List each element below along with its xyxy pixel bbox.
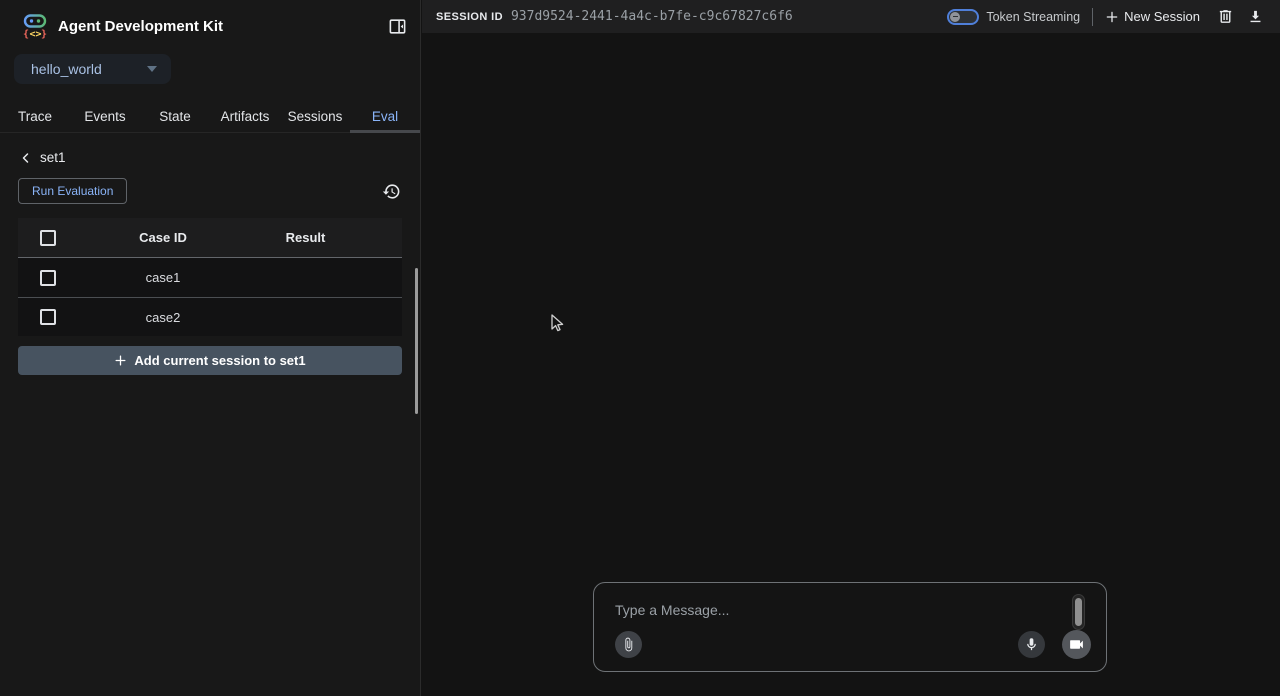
token-streaming-label: Token Streaming bbox=[986, 10, 1080, 24]
row-checkbox[interactable] bbox=[40, 309, 56, 325]
select-all-checkbox[interactable] bbox=[40, 230, 56, 246]
add-current-session-button[interactable]: Add current session to set1 bbox=[18, 346, 402, 375]
session-toolbar: SESSION ID 937d9524-2441-4a4c-b7fe-c9c67… bbox=[422, 0, 1280, 33]
column-header-result: Result bbox=[248, 230, 363, 245]
eval-set-name: set1 bbox=[40, 150, 66, 165]
eval-cases-table: Case ID Result case1 case2 bbox=[18, 218, 402, 336]
app-title: Agent Development Kit bbox=[58, 18, 223, 35]
sidebar: { <> } Agent Development Kit hello_world… bbox=[0, 0, 421, 696]
tab-artifacts[interactable]: Artifacts bbox=[210, 100, 280, 132]
svg-text:{: { bbox=[23, 29, 29, 40]
chat-input-container[interactable]: Type a Message... bbox=[593, 582, 1107, 672]
app-header: { <> } Agent Development Kit bbox=[0, 0, 420, 50]
download-session-button[interactable] bbox=[1244, 6, 1266, 28]
tab-trace[interactable]: Trace bbox=[0, 100, 70, 132]
microphone-icon bbox=[1024, 637, 1039, 652]
adk-logo-icon: { <> } bbox=[22, 13, 48, 40]
session-id-label: SESSION ID bbox=[436, 11, 503, 23]
table-row[interactable]: case2 bbox=[18, 297, 402, 336]
toggle-thumb bbox=[950, 12, 960, 22]
chat-scrollbar-track bbox=[1072, 594, 1085, 630]
plus-icon bbox=[114, 354, 127, 367]
main-panel: SESSION ID 937d9524-2441-4a4c-b7fe-c9c67… bbox=[422, 0, 1280, 696]
tab-sessions[interactable]: Sessions bbox=[280, 100, 350, 132]
video-call-button[interactable] bbox=[1062, 630, 1091, 659]
svg-text:}: } bbox=[41, 29, 47, 40]
eval-history-button[interactable] bbox=[380, 180, 402, 202]
mouse-cursor bbox=[548, 313, 566, 333]
case-id-cell: case2 bbox=[78, 310, 248, 325]
new-session-label: New Session bbox=[1124, 9, 1200, 24]
agent-select-dropdown[interactable]: hello_world bbox=[14, 54, 171, 84]
sidebar-scrollbar-thumb[interactable] bbox=[415, 268, 418, 414]
chevron-down-icon bbox=[147, 66, 157, 72]
tab-state[interactable]: State bbox=[140, 100, 210, 132]
new-session-button[interactable]: New Session bbox=[1105, 9, 1200, 24]
chat-input-placeholder[interactable]: Type a Message... bbox=[615, 602, 729, 618]
row-checkbox[interactable] bbox=[40, 270, 56, 286]
run-evaluation-button[interactable]: Run Evaluation bbox=[18, 178, 127, 204]
collapse-sidebar-button[interactable] bbox=[386, 15, 408, 37]
table-header-row: Case ID Result bbox=[18, 218, 402, 258]
history-icon bbox=[382, 182, 401, 201]
tab-bar: Trace Events State Artifacts Sessions Ev… bbox=[0, 100, 420, 133]
svg-text:<>: <> bbox=[30, 29, 42, 40]
column-header-case-id: Case ID bbox=[78, 230, 248, 245]
microphone-button[interactable] bbox=[1018, 631, 1045, 658]
tab-eval[interactable]: Eval bbox=[350, 100, 420, 132]
plus-icon bbox=[1105, 10, 1119, 24]
paperclip-icon bbox=[621, 637, 636, 652]
session-id-value: 937d9524-2441-4a4c-b7fe-c9c67827c6f6 bbox=[511, 9, 793, 24]
eval-actions-row: Run Evaluation bbox=[18, 178, 402, 204]
tab-events[interactable]: Events bbox=[70, 100, 140, 132]
eval-set-header: set1 bbox=[20, 150, 420, 165]
trash-icon bbox=[1217, 8, 1234, 25]
case-id-cell: case1 bbox=[78, 270, 248, 285]
token-streaming-toggle[interactable] bbox=[947, 9, 979, 25]
toolbar-divider bbox=[1092, 8, 1093, 26]
delete-session-button[interactable] bbox=[1214, 6, 1236, 28]
attach-file-button[interactable] bbox=[615, 631, 642, 658]
video-camera-icon bbox=[1068, 636, 1085, 653]
left-panel-close-icon bbox=[388, 17, 407, 36]
table-row[interactable]: case1 bbox=[18, 258, 402, 297]
chevron-left-icon[interactable] bbox=[20, 152, 32, 164]
add-current-session-label: Add current session to set1 bbox=[134, 353, 305, 368]
agent-select-value: hello_world bbox=[31, 61, 102, 77]
download-icon bbox=[1247, 8, 1264, 25]
chat-scrollbar-thumb[interactable] bbox=[1075, 598, 1082, 626]
